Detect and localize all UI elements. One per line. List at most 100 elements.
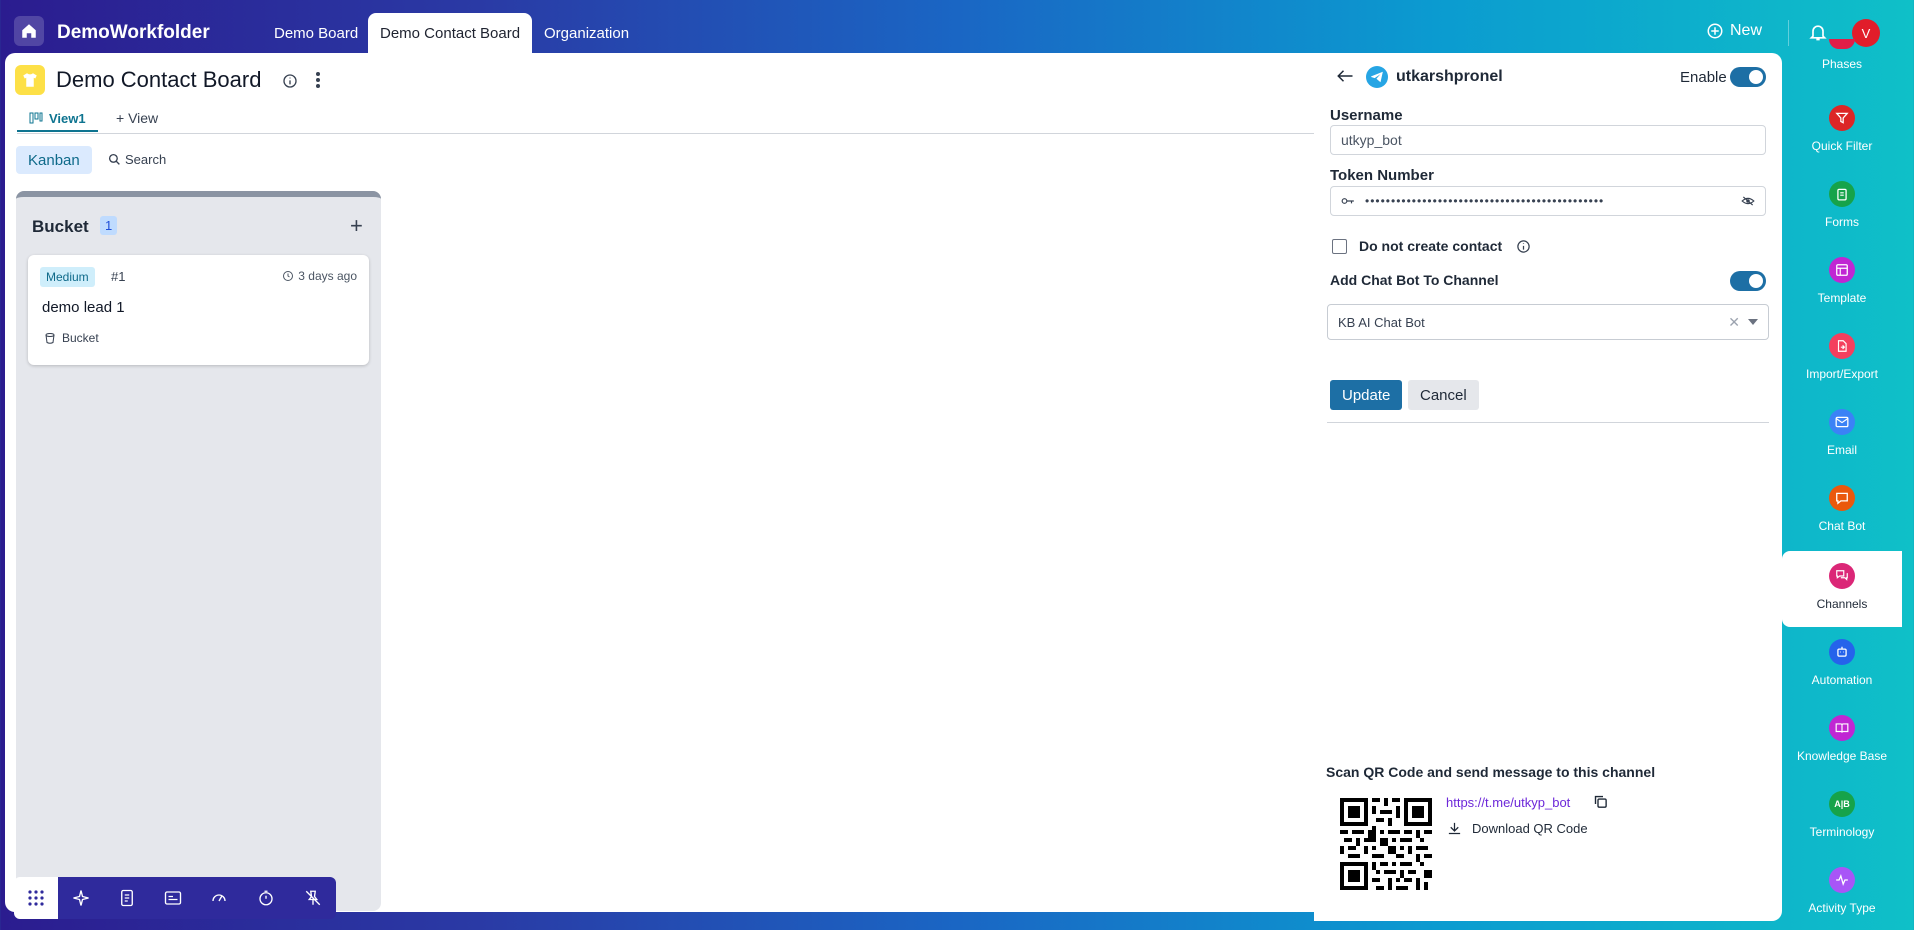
qr-title: Scan QR Code and send message to this ch…: [1326, 764, 1656, 780]
token-field[interactable]: ••••••••••••••••••••••••••••••••••••••••…: [1330, 186, 1766, 216]
info-icon: [1517, 240, 1530, 253]
username-field[interactable]: utkyp_bot: [1330, 125, 1766, 155]
home-icon: [22, 24, 36, 38]
kanban-button[interactable]: Kanban: [16, 146, 92, 174]
card-bucket: Bucket: [44, 331, 99, 345]
unpin-icon[interactable]: [304, 889, 322, 907]
channel-title: utkarshpronel: [1396, 68, 1503, 85]
copy-link-button[interactable]: [1593, 794, 1608, 814]
sidenav-label: Activity Type: [1808, 901, 1876, 915]
clear-icon[interactable]: ✕: [1728, 314, 1740, 331]
back-button[interactable]: [1336, 68, 1354, 89]
lead-card[interactable]: Medium #1 3 days ago demo lead 1 Bucket: [28, 255, 369, 365]
enable-toggle[interactable]: [1730, 67, 1766, 87]
activity-icon: [1829, 867, 1855, 893]
kanban-view-icon: [29, 112, 43, 124]
column-title: Bucket: [32, 217, 89, 236]
column-count-badge: 1: [100, 216, 118, 235]
do-not-create-contact-label: Do not create contact: [1359, 238, 1503, 254]
channel-settings-panel: utkarshpronel Enable Username utkyp_bot …: [1314, 53, 1782, 921]
tab-organization[interactable]: Organization: [532, 13, 641, 53]
board-info-button[interactable]: [282, 73, 298, 94]
sidenav-label: Phases: [1821, 57, 1863, 71]
username-value: utkyp_bot: [1341, 132, 1402, 148]
clipboard-icon: [1829, 181, 1855, 207]
arrow-left-icon: [1337, 70, 1353, 82]
key-icon: [1341, 198, 1354, 204]
panel-divider: [1327, 422, 1769, 423]
terminology-icon: A|B: [1829, 791, 1855, 817]
sidenav-item-quick-filter[interactable]: Quick Filter: [1782, 105, 1902, 181]
tab-demo-board[interactable]: Demo Board: [262, 13, 370, 53]
sidenav-item-forms[interactable]: Forms: [1782, 181, 1902, 257]
sidenav-item-phases[interactable]: Phases: [1782, 39, 1902, 115]
eye-off-icon[interactable]: [1741, 195, 1755, 207]
download-icon: [1448, 822, 1461, 835]
document-icon[interactable]: [119, 889, 135, 907]
update-button[interactable]: Update: [1330, 380, 1403, 410]
sidenav-label: Chat Bot: [1818, 519, 1866, 533]
username-label: Username: [1330, 107, 1403, 124]
sidenav-label: Template: [1817, 291, 1867, 305]
mail-icon: [1829, 409, 1855, 435]
download-qr-label: Download QR Code: [1472, 821, 1588, 836]
apps-grid-button[interactable]: [14, 877, 58, 919]
timer-icon[interactable]: [257, 889, 275, 907]
book-icon: [1829, 715, 1855, 741]
token-label: Token Number: [1330, 167, 1434, 184]
home-button[interactable]: [14, 16, 44, 46]
phases-icon: [1829, 39, 1855, 49]
card-time-label: 3 days ago: [298, 269, 357, 283]
add-chatbot-toggle[interactable]: [1730, 271, 1766, 291]
right-sidenav: Phases Quick Filter Forms Template Impor…: [1782, 39, 1902, 921]
channel-link[interactable]: https://t.me/utkyp_bot: [1446, 795, 1570, 810]
sidenav-item-template[interactable]: Template: [1782, 257, 1902, 333]
grid-icon: [28, 890, 44, 906]
telegram-icon: [1366, 66, 1388, 88]
clock-icon: [283, 271, 294, 281]
sidenav-item-import-export[interactable]: Import/Export: [1782, 333, 1902, 409]
download-qr-button[interactable]: Download QR Code: [1447, 821, 1588, 836]
sidenav-label: Knowledge Base: [1796, 749, 1888, 763]
sidenav-item-knowledge-base[interactable]: Knowledge Base: [1782, 715, 1902, 791]
add-card-button[interactable]: +: [350, 213, 363, 239]
cancel-button[interactable]: Cancel: [1408, 380, 1479, 410]
top-bar: DemoWorkfolder Demo Board Demo Contact B…: [0, 0, 1914, 58]
plus-circle-icon: [1707, 23, 1723, 39]
import-export-icon: [1829, 333, 1855, 359]
app-name: DemoWorkfolder: [57, 22, 210, 43]
template-icon: [1829, 257, 1855, 283]
sidenav-label: Automation: [1811, 673, 1873, 687]
sidenav-item-chat-bot[interactable]: Chat Bot: [1782, 485, 1902, 561]
sidenav-label: Email: [1826, 443, 1857, 457]
sparkle-icon[interactable]: [72, 889, 90, 907]
board-menu-button[interactable]: [315, 71, 321, 94]
sidenav-item-activity-type[interactable]: Activity Type: [1782, 867, 1902, 930]
sidenav-item-channels[interactable]: Channels: [1782, 551, 1902, 627]
sidenav-label: Channels: [1816, 597, 1868, 611]
enable-label: Enable: [1680, 69, 1727, 86]
tab-view1-label: View1: [49, 110, 86, 126]
toolbar-tools: [58, 877, 336, 919]
robot-icon: [1829, 639, 1855, 665]
sidenav-item-email[interactable]: Email: [1782, 409, 1902, 485]
bucket-icon: [45, 332, 55, 344]
shirt-icon: [23, 73, 37, 87]
add-view-button[interactable]: + View: [116, 110, 158, 126]
chatbot-select[interactable]: KB AI Chat Bot ✕: [1327, 304, 1769, 340]
search-button[interactable]: Search: [108, 152, 166, 167]
do-not-create-info-button[interactable]: [1516, 239, 1531, 259]
new-button[interactable]: New: [1706, 22, 1762, 40]
tab-demo-contact-board[interactable]: Demo Contact Board: [368, 13, 533, 53]
id-card-icon[interactable]: [164, 890, 182, 906]
board-panel: Demo Contact Board View1 + View Kanban S…: [5, 53, 1317, 912]
do-not-create-contact-checkbox[interactable]: [1332, 239, 1347, 254]
gauge-icon[interactable]: [210, 889, 228, 907]
tab-view1[interactable]: View1: [17, 106, 98, 132]
sidenav-item-terminology[interactable]: A|B Terminology: [1782, 791, 1902, 867]
bottom-toolbar: [14, 877, 336, 919]
channels-icon: [1829, 563, 1855, 589]
add-chatbot-label: Add Chat Bot To Channel: [1330, 272, 1499, 288]
sidenav-item-automation[interactable]: Automation: [1782, 639, 1902, 715]
search-label: Search: [125, 152, 167, 167]
